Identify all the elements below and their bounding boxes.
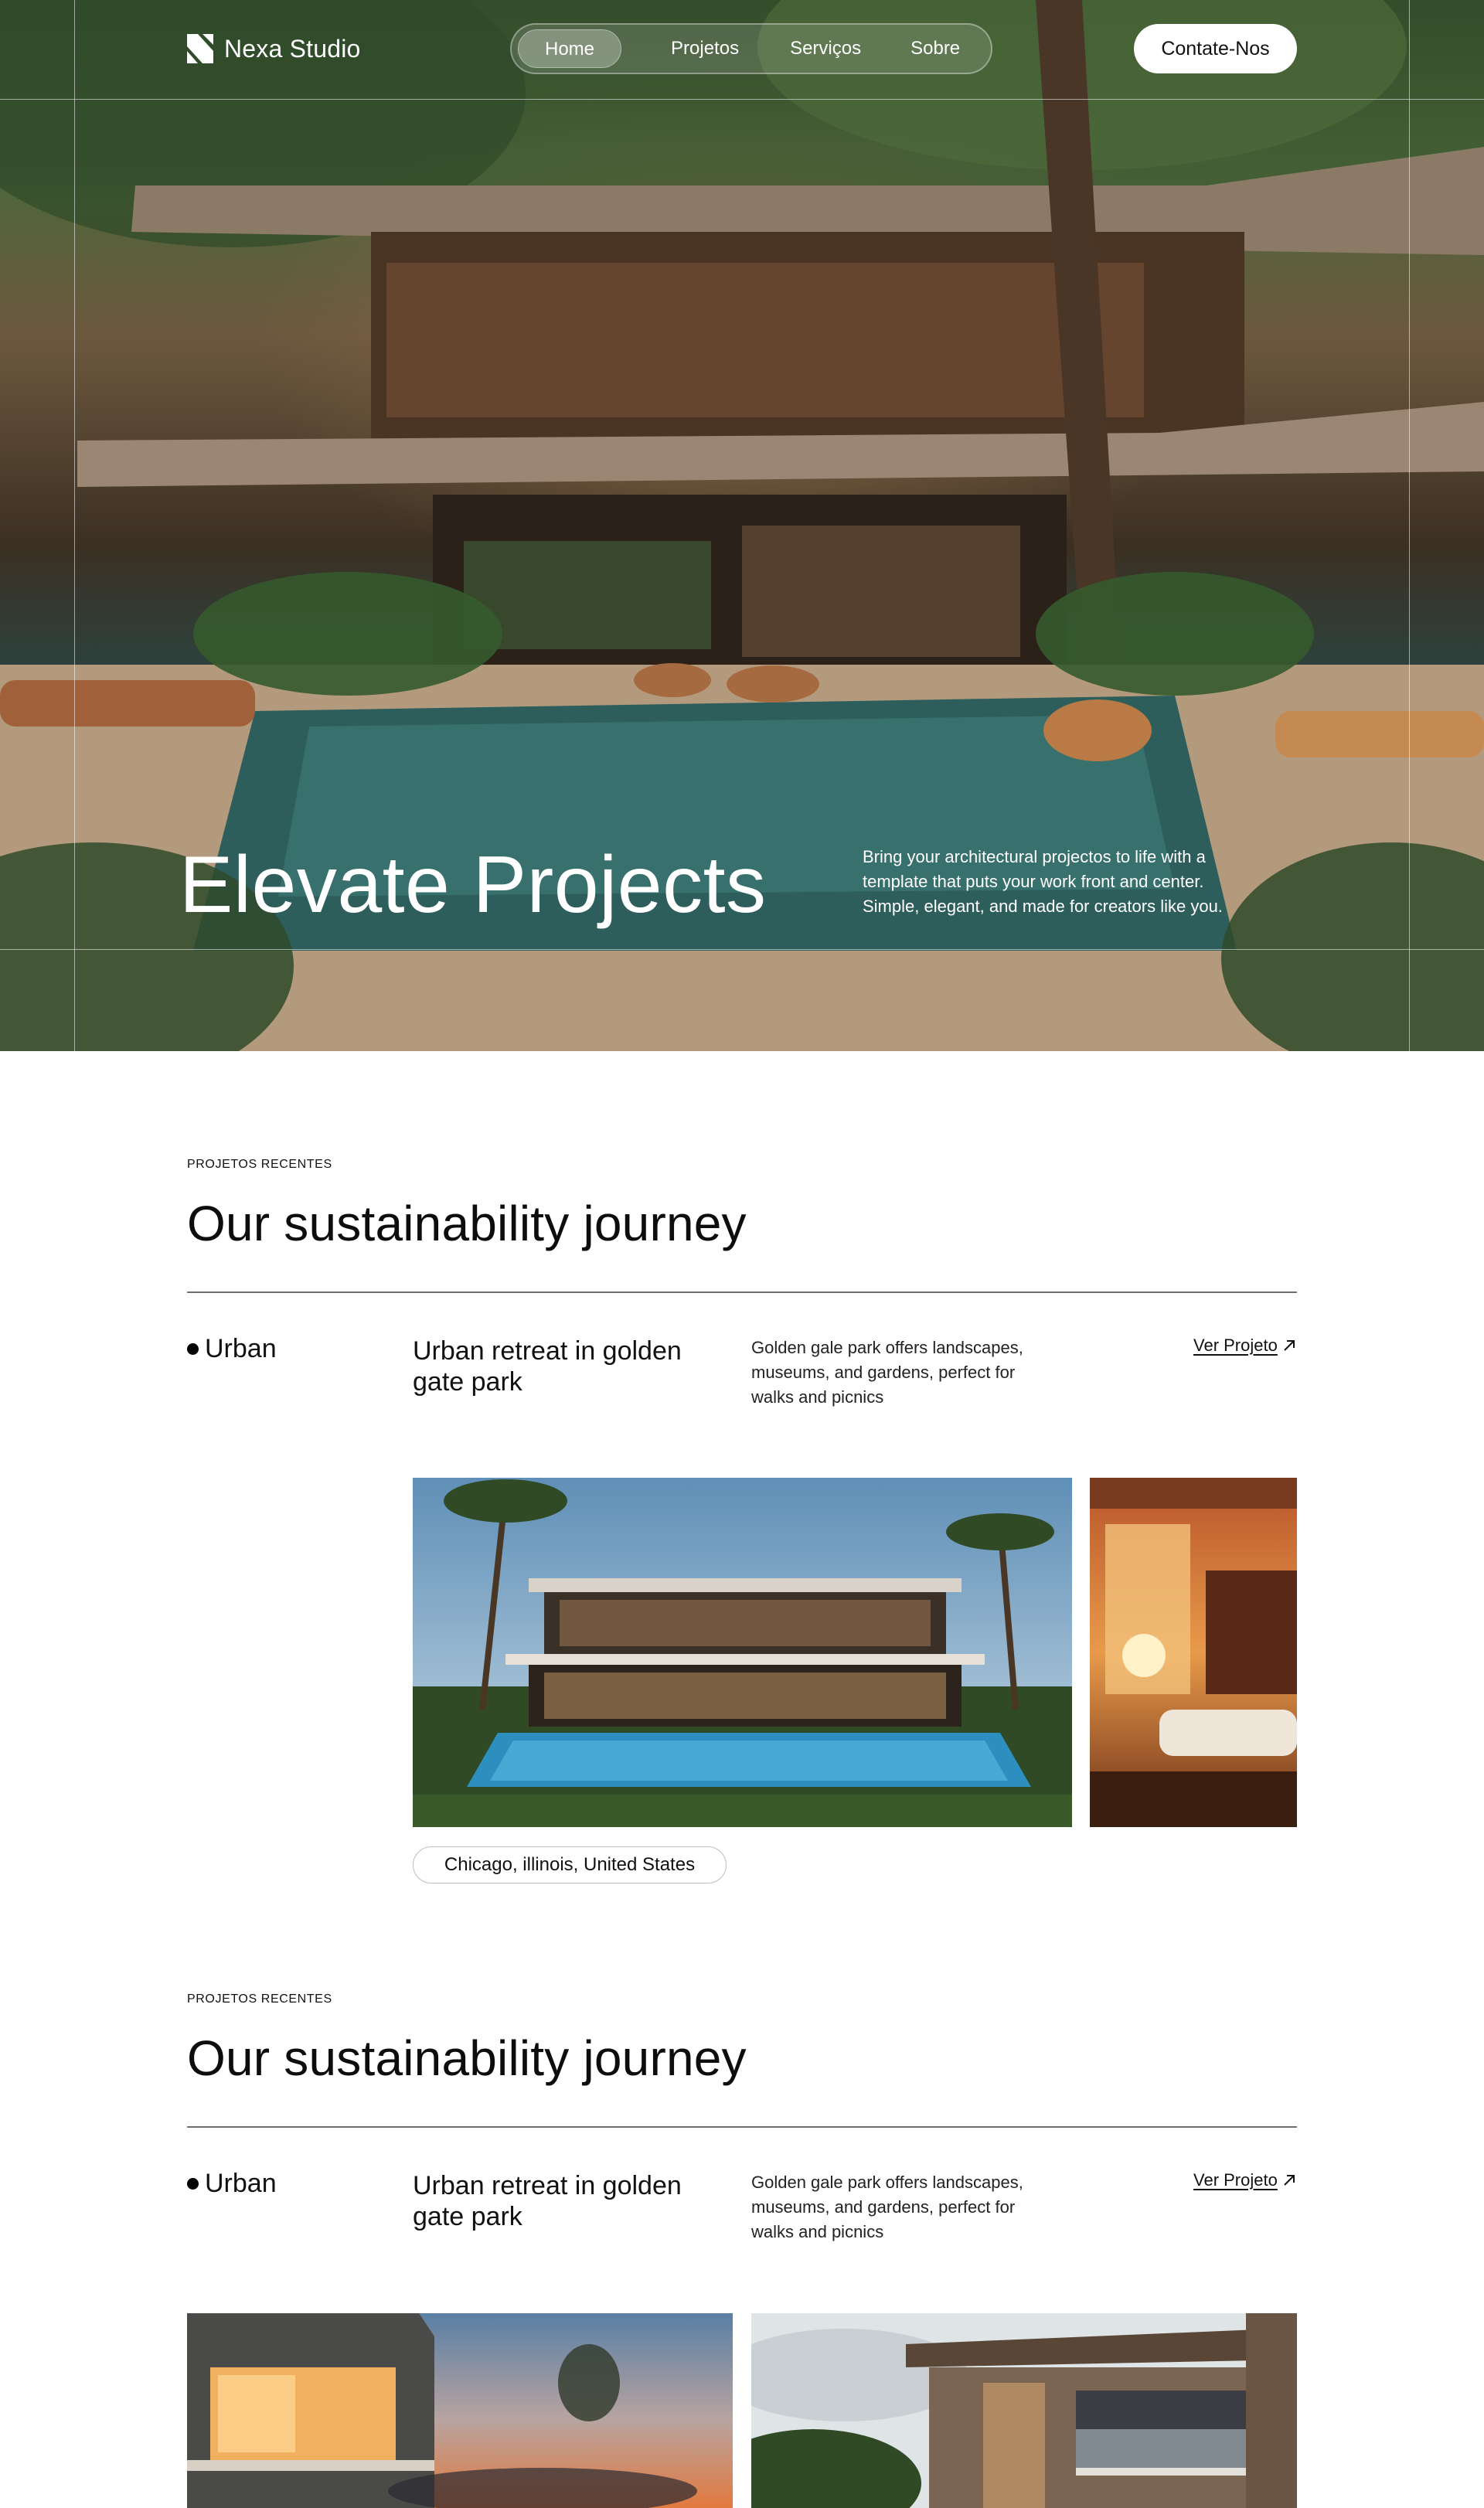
hero-grid-line-bottom xyxy=(0,949,1484,950)
section-divider xyxy=(187,1291,1297,1293)
hero-grid-line-right xyxy=(1409,0,1410,1051)
project-category-label: Urban xyxy=(205,1334,277,1363)
project-category-label: Urban xyxy=(205,2169,277,2198)
project-photo-main[interactable] xyxy=(413,1478,1072,1827)
logo-mark-icon xyxy=(187,34,213,63)
project-category: Urban xyxy=(187,1334,277,1364)
nav-item-home[interactable]: Home xyxy=(518,29,622,68)
location-chip: Chicago, illinois, United States xyxy=(413,1846,727,1884)
section-eyebrow: PROJETOS RECENTES xyxy=(187,1992,332,2006)
project-title: Urban retreat in golden gate park xyxy=(413,2171,682,2231)
hero-section: Nexa Studio Home Projetos Serviços Sobre… xyxy=(0,0,1484,1051)
brand-name: Nexa Studio xyxy=(224,34,361,63)
project-photo-secondary[interactable] xyxy=(1090,1478,1297,1827)
main-nav: Home Projetos Serviços Sobre xyxy=(510,23,992,74)
view-project-label: Ver Projeto xyxy=(1193,2170,1278,2190)
nav-item-servicos[interactable]: Serviços xyxy=(764,29,887,68)
bullet-dot-icon xyxy=(187,1343,199,1355)
hero-grid-line-left xyxy=(74,0,75,1051)
view-project-link[interactable]: Ver Projeto xyxy=(1193,2170,1296,2190)
project-photo-left[interactable] xyxy=(187,2313,733,2508)
hero-title: Elevate Projects xyxy=(179,840,767,930)
bullet-dot-icon xyxy=(187,2178,199,2190)
arrow-up-right-icon xyxy=(1284,2175,1295,2186)
section-title: Our sustainability journey xyxy=(187,1196,747,1251)
arrow-up-right-icon xyxy=(1284,1340,1295,1351)
top-navigation-bar: Nexa Studio Home Projetos Serviços Sobre… xyxy=(0,0,1484,99)
hero-grid-line-top xyxy=(0,99,1484,100)
section-eyebrow: PROJETOS RECENTES xyxy=(187,1158,332,1171)
view-project-label: Ver Projeto xyxy=(1193,1336,1278,1355)
project-photo-right[interactable] xyxy=(751,2313,1297,2508)
project-category: Urban xyxy=(187,2169,277,2199)
section-title: Our sustainability journey xyxy=(187,2030,747,2086)
nav-item-sobre[interactable]: Sobre xyxy=(884,29,986,68)
contact-button[interactable]: Contate-Nos xyxy=(1134,24,1297,73)
nav-item-projetos[interactable]: Projetos xyxy=(645,29,765,68)
view-project-link[interactable]: Ver Projeto xyxy=(1193,1336,1296,1356)
project-description: Golden gale park offers landscapes, muse… xyxy=(751,1338,1023,1407)
brand-logo[interactable]: Nexa Studio xyxy=(187,34,361,63)
project-description: Golden gale park offers landscapes, muse… xyxy=(751,2173,1023,2241)
project-title: Urban retreat in golden gate park xyxy=(413,1336,682,1397)
section-divider xyxy=(187,2126,1297,2128)
hero-description: Bring your architectural projectos to li… xyxy=(863,847,1223,916)
